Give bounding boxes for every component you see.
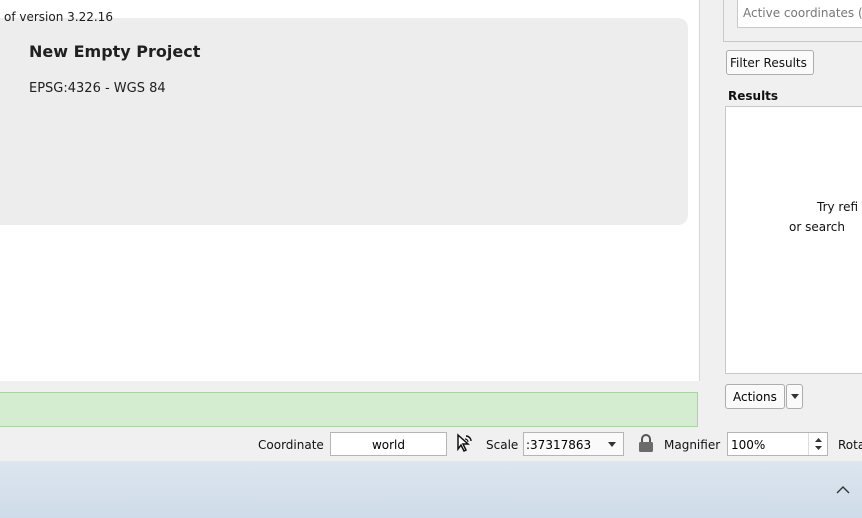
results-label: Results — [728, 89, 779, 103]
taskbar — [0, 461, 862, 518]
lock-icon[interactable] — [638, 433, 654, 453]
active-coordinates-input[interactable]: Active coordinates ( — [737, 0, 862, 28]
magnifier-label: Magnifier — [664, 438, 721, 452]
project-title: New Empty Project — [29, 42, 201, 61]
results-list[interactable] — [725, 106, 862, 374]
message-bar — [0, 392, 698, 427]
scale-value: :37317863 — [526, 438, 592, 452]
actions-dropdown-button[interactable] — [786, 384, 803, 409]
scale-label: Scale — [486, 438, 519, 452]
canvas-divider — [699, 0, 700, 381]
spin-buttons[interactable] — [808, 433, 827, 455]
chevron-up-icon[interactable] — [833, 482, 853, 498]
scale-combobox[interactable]: :37317863 — [523, 432, 624, 456]
coordinate-label: Coordinate — [258, 438, 324, 452]
chevron-down-icon — [791, 394, 799, 399]
project-crs: EPSG:4326 - WGS 84 — [29, 81, 166, 96]
actions-button[interactable]: Actions — [725, 384, 785, 409]
message-text: of version 3.22.16 — [4, 10, 113, 24]
coordinate-field[interactable]: world — [330, 432, 447, 456]
chevron-down-icon — [608, 442, 616, 447]
results-hint-line1: Try refi — [817, 200, 859, 214]
filter-results-button[interactable]: Filter Results — [726, 50, 814, 75]
results-hint-line2: or search — [789, 220, 845, 234]
rotation-label: Rota — [838, 438, 862, 452]
mouse-pointer-icon[interactable] — [452, 432, 474, 454]
